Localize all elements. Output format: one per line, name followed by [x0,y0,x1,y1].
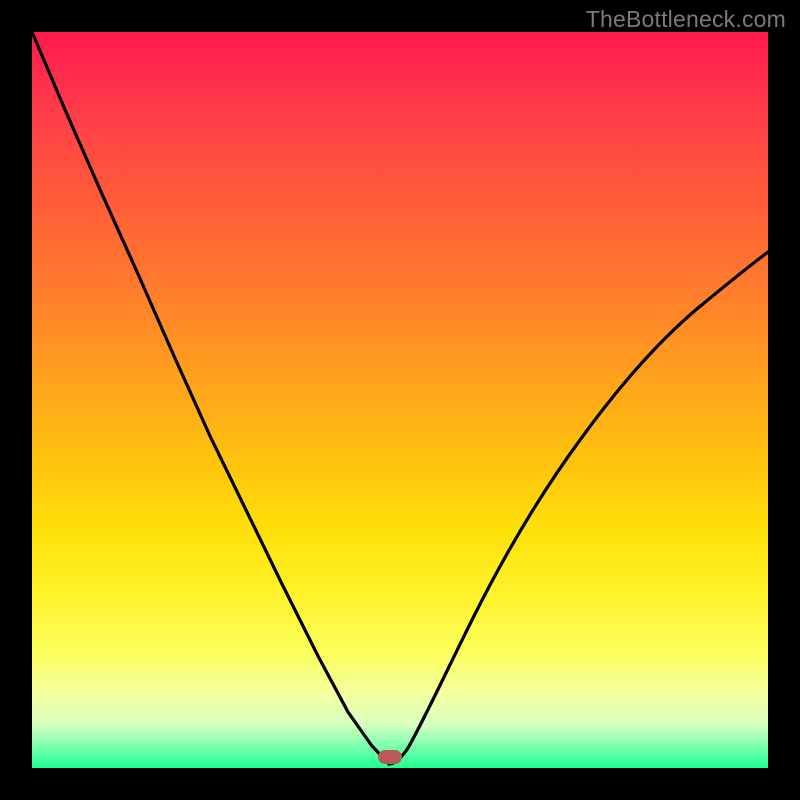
chart-frame: TheBottleneck.com [0,0,800,800]
curve-right-branch [389,252,768,764]
bottleneck-curve [32,32,768,768]
plot-area [32,32,768,768]
curve-left-branch [32,32,389,764]
bottleneck-marker [378,750,402,764]
watermark-text: TheBottleneck.com [586,6,786,33]
